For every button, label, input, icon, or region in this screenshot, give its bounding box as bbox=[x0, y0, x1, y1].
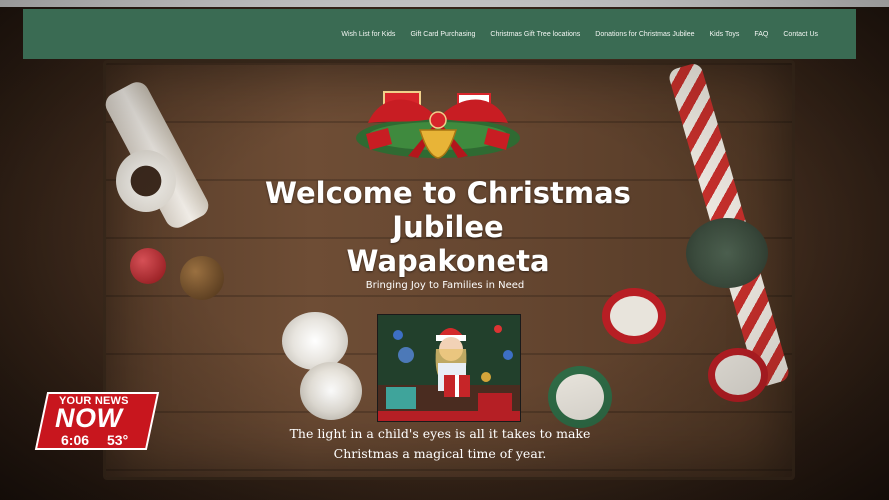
broadcast-time: 6:06 bbox=[61, 432, 90, 448]
broadcast-temperature: 53° bbox=[107, 432, 129, 448]
nav-link-faq[interactable]: FAQ bbox=[754, 31, 768, 38]
christmas-bow-icon bbox=[356, 91, 520, 159]
news-channel-logo: YOUR NEWS NOW 6:06 53° bbox=[34, 392, 160, 450]
news-logo-brand-main: NOW bbox=[55, 403, 123, 433]
hero-tagline: The light in a child's eyes is all it ta… bbox=[250, 424, 630, 464]
tagline-line-2: Christmas a magical time of year. bbox=[333, 446, 547, 461]
child-with-gift-photo bbox=[377, 314, 521, 422]
hero-title-line-1: Welcome to Christmas bbox=[265, 176, 631, 210]
nav-link-kids-toys[interactable]: Kids Toys bbox=[710, 31, 740, 38]
nav-link-donations[interactable]: Donations for Christmas Jubilee bbox=[595, 31, 694, 38]
child-photo-illustration bbox=[378, 315, 520, 421]
christmas-bow-graphic bbox=[348, 78, 528, 173]
nav-link-gift-tree-locations[interactable]: Christmas Gift Tree locations bbox=[490, 31, 580, 38]
nav-link-gift-card-purchasing[interactable]: Gift Card Purchasing bbox=[410, 31, 475, 38]
tagline-line-1: The light in a child's eyes is all it ta… bbox=[289, 426, 591, 441]
hero-title-line-2: Jubilee bbox=[392, 210, 504, 244]
hero-title-line-3: Wapakoneta bbox=[346, 244, 550, 278]
nav-link-wish-list[interactable]: Wish List for Kids bbox=[341, 31, 395, 38]
hero-subtitle: Bringing Joy to Families in Need bbox=[365, 280, 525, 291]
hero-title: Welcome to Christmas Jubilee Wapakoneta bbox=[248, 176, 648, 278]
nav-link-contact-us[interactable]: Contact Us bbox=[783, 31, 818, 38]
site-nav-bar: Wish List for Kids Gift Card Purchasing … bbox=[23, 9, 856, 59]
